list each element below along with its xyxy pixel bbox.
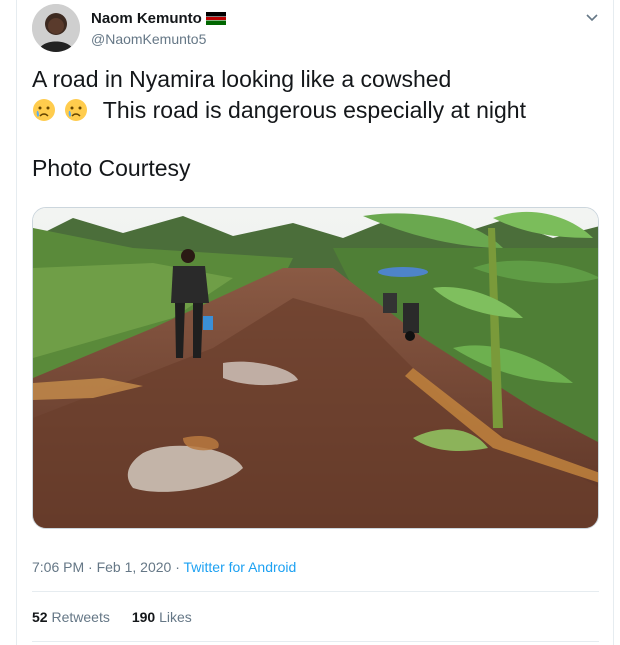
- author-handle[interactable]: @NaomKemunto5: [91, 31, 206, 47]
- author-name[interactable]: Naom Kemunto: [91, 10, 226, 27]
- tweet-meta: 7:06 PM · Feb 1, 2020 · Twitter for Andr…: [32, 559, 296, 575]
- chevron-down-icon[interactable]: [585, 10, 599, 24]
- tweet-source-link[interactable]: Twitter for Android: [184, 559, 297, 575]
- retweets-label: Retweets: [51, 609, 110, 625]
- tweet-line-1: A road in Nyamira looking like a cowshed: [32, 66, 452, 92]
- author-name-text[interactable]: Naom Kemunto: [91, 10, 202, 27]
- likes-label: Likes: [159, 609, 192, 625]
- tweet-stats: 52 Retweets 190 Likes: [32, 609, 192, 625]
- tweet-line-2: This road is dangerous especially at nig…: [32, 95, 592, 126]
- retweets-stat[interactable]: 52 Retweets: [32, 609, 110, 625]
- divider: [32, 641, 599, 642]
- tweet-line-2-text: This road is dangerous especially at nig…: [102, 97, 526, 123]
- likes-stat[interactable]: 190 Likes: [132, 609, 192, 625]
- crying-face-icon: [33, 99, 55, 121]
- tweet-photo[interactable]: [32, 207, 599, 529]
- kenya-flag-icon: [205, 12, 226, 25]
- crying-face-icon: [65, 99, 88, 121]
- tweet-text: A road in Nyamira looking like a cowshed…: [32, 64, 592, 126]
- tweet-line-3: Photo Courtesy: [32, 155, 191, 181]
- divider: [32, 591, 599, 592]
- avatar[interactable]: [32, 4, 80, 52]
- tweet-timestamp[interactable]: 7:06 PM · Feb 1, 2020 ·: [32, 559, 184, 575]
- likes-count: 190: [131, 609, 156, 625]
- retweets-count: 52: [32, 609, 48, 625]
